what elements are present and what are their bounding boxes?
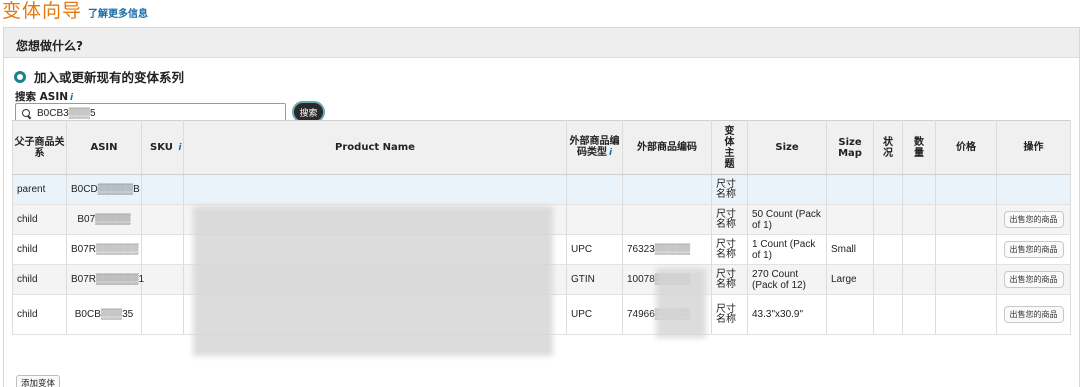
sku-info-icon[interactable]: i	[178, 143, 181, 153]
cell-asin: B0CD▒▒▒▒▒B	[66, 174, 142, 205]
cell-action: 出售您的商品	[996, 204, 1071, 235]
cell-sku	[141, 294, 184, 335]
cell-ext-code	[622, 204, 712, 235]
cell-ext-code: 76323▒▒▒▒▒	[622, 234, 712, 265]
sell-yours-button[interactable]: 出售您的商品	[1003, 271, 1064, 288]
cell-price	[935, 234, 997, 265]
cell-qty	[902, 294, 936, 335]
cell-size: 1 Count (Pack of 1)	[747, 234, 827, 265]
col-ext-type-label: 外部商品编码类型	[569, 136, 620, 158]
cell-status	[873, 264, 903, 295]
col-qty: 数量	[902, 120, 936, 175]
cell-asin: B0CB▒▒▒35	[66, 294, 142, 335]
learn-more-link[interactable]: 了解更多信息	[88, 5, 148, 20]
col-action: 操作	[996, 120, 1071, 175]
cell-relation: child	[12, 294, 67, 335]
cell-action: 出售您的商品	[996, 264, 1071, 295]
add-variation-button[interactable]: 添加变体	[16, 375, 61, 387]
redaction-overlay	[193, 206, 553, 356]
col-ext-type: 外部商品编码类型 i	[566, 120, 623, 175]
cell-action: 出售您的商品	[996, 234, 1071, 265]
page-header: 变体向导 了解更多信息	[0, 0, 148, 24]
cell-price	[935, 204, 997, 235]
cell-sku	[141, 264, 184, 295]
cell-status	[873, 204, 903, 235]
cell-relation: parent	[12, 174, 67, 205]
cell-status	[873, 174, 903, 205]
table-row[interactable]: parent B0CD▒▒▒▒▒B 尺寸名称	[12, 174, 1071, 205]
cell-asin: B07R▒▒▒▒▒▒1	[66, 264, 144, 295]
cell-theme: 尺寸名称	[711, 174, 748, 205]
table-header-row: 父子商品关系 ASIN SKU i Product Name 外部商品编码类型 i…	[12, 120, 1071, 175]
col-price: 价格	[935, 120, 997, 175]
col-sku-label: SKU	[150, 141, 173, 153]
sell-yours-button[interactable]: 出售您的商品	[1003, 211, 1064, 228]
cell-qty	[902, 264, 936, 295]
cell-status	[873, 294, 903, 335]
cell-size: 43.3"x30.9"	[747, 294, 827, 335]
cell-ext-type: UPC	[566, 294, 623, 335]
cell-size	[747, 174, 827, 205]
cell-ext-type	[566, 174, 623, 205]
cell-qty	[902, 234, 936, 265]
col-product-name: Product Name	[183, 120, 567, 175]
cell-qty	[902, 204, 936, 235]
cell-price	[935, 264, 997, 295]
cell-relation: child	[12, 264, 67, 295]
sell-yours-button[interactable]: 出售您的商品	[1003, 241, 1064, 258]
cell-relation: child	[12, 204, 67, 235]
cell-size-map	[826, 294, 874, 335]
option-row[interactable]: 加入或更新现有的变体系列	[14, 67, 184, 86]
cell-asin: B07R▒▒▒▒▒▒	[66, 234, 142, 265]
search-icon	[22, 108, 31, 118]
cell-action: 出售您的商品	[996, 294, 1071, 335]
cell-sku	[141, 174, 184, 205]
cell-theme: 尺寸名称	[711, 234, 748, 265]
search-input-value: B0CB3▒▒▒5	[37, 107, 96, 119]
ext-info-icon[interactable]: i	[609, 148, 612, 158]
option-label: 加入或更新现有的变体系列	[34, 70, 185, 85]
cell-theme: 尺寸名称	[711, 294, 748, 335]
cell-size-map: Small	[826, 234, 874, 265]
col-size-map: Size Map	[826, 120, 874, 175]
cell-qty	[902, 174, 936, 205]
cell-price	[935, 174, 997, 205]
col-status: 状况	[873, 120, 903, 175]
col-size: Size	[747, 120, 827, 175]
cell-asin: B07▒▒▒▒▒	[66, 204, 142, 235]
cell-product-name	[183, 174, 567, 205]
cell-size-map: Large	[826, 264, 874, 295]
col-sku: SKU i	[141, 120, 184, 175]
col-asin: ASIN	[66, 120, 142, 175]
cell-ext-code	[622, 174, 712, 205]
redaction-overlay	[656, 268, 706, 338]
panel-question: 您想做什么?	[4, 28, 1079, 58]
cell-action	[996, 174, 1071, 205]
cell-sku	[141, 234, 184, 265]
info-icon[interactable]: i	[70, 93, 73, 103]
cell-theme: 尺寸名称	[711, 264, 748, 295]
cell-size-map	[826, 174, 874, 205]
cell-ext-type	[566, 204, 623, 235]
cell-ext-type: UPC	[566, 234, 623, 265]
col-theme: 变体主题	[711, 120, 748, 175]
cell-sku	[141, 204, 184, 235]
cell-price	[935, 294, 997, 335]
page-title: 变体向导	[2, 0, 83, 22]
col-relation: 父子商品关系	[12, 120, 67, 175]
cell-status	[873, 234, 903, 265]
col-ext-code: 外部商品编码	[622, 120, 712, 175]
cell-size: 50 Count (Pack of 1)	[747, 204, 827, 235]
search-asin-label: 搜索 ASIN i	[15, 89, 73, 104]
cell-ext-type: GTIN	[566, 264, 623, 295]
sell-yours-button[interactable]: 出售您的商品	[1003, 306, 1064, 323]
cell-relation: child	[12, 234, 67, 265]
cell-size-map	[826, 204, 874, 235]
search-asin-label-text: 搜索 ASIN	[15, 91, 69, 103]
cell-size: 270 Count (Pack of 12)	[747, 264, 827, 295]
radio-selected[interactable]	[14, 70, 26, 83]
cell-theme: 尺寸名称	[711, 204, 748, 235]
